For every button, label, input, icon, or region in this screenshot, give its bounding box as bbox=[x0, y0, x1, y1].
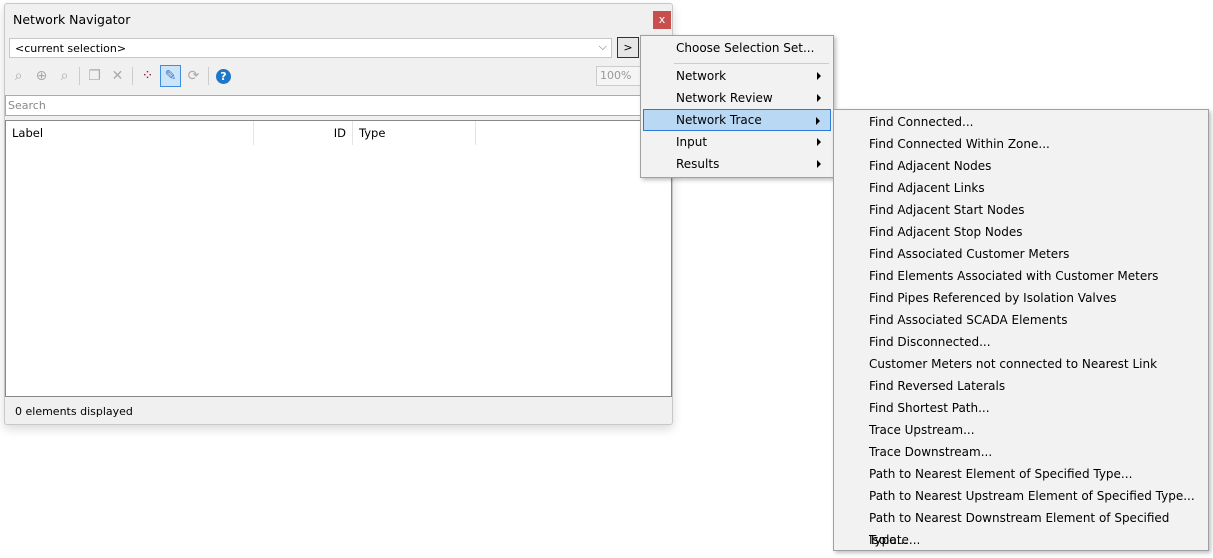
selection-menu-button[interactable]: > bbox=[617, 37, 639, 58]
column-header-label[interactable]: Label bbox=[6, 121, 254, 145]
submenu-item[interactable]: Find Adjacent Links bbox=[834, 177, 1208, 199]
submenu-item[interactable]: Path to Nearest Upstream Element of Spec… bbox=[834, 485, 1208, 507]
submenu-item[interactable]: Find Disconnected... bbox=[834, 331, 1208, 353]
submenu-item[interactable]: Find Associated Customer Meters bbox=[834, 243, 1208, 265]
elements-table: Label ID Type bbox=[5, 120, 672, 397]
menu-divider bbox=[674, 63, 829, 64]
zoom-next-icon[interactable]: ⌕ bbox=[54, 65, 75, 87]
submenu-item[interactable]: Find Pipes Referenced by Isolation Valve… bbox=[834, 287, 1208, 309]
menu-item-network-review[interactable]: Network Review bbox=[643, 87, 831, 109]
submenu-item[interactable]: Find Adjacent Nodes bbox=[834, 155, 1208, 177]
menu-item-network-trace[interactable]: Network Trace bbox=[643, 109, 831, 131]
zoom-level-field[interactable]: 100% bbox=[596, 66, 642, 86]
chevron-down-icon: ⌵ bbox=[598, 40, 607, 53]
column-header-id[interactable]: ID bbox=[254, 121, 353, 145]
submenu-item[interactable]: Trace Upstream... bbox=[834, 419, 1208, 441]
submenu-item[interactable]: Find Adjacent Stop Nodes bbox=[834, 221, 1208, 243]
copy-icon[interactable]: ❐ bbox=[84, 65, 105, 87]
zoom-previous-icon[interactable]: ⌕ bbox=[8, 65, 29, 87]
menu-item-label: Input bbox=[676, 135, 708, 149]
menu-item-label: Results bbox=[676, 157, 720, 171]
selection-set-dropdown[interactable]: <current selection> ⌵ bbox=[9, 38, 612, 58]
submenu-item[interactable]: Find Elements Associated with Customer M… bbox=[834, 265, 1208, 287]
submenu-item[interactable]: Find Associated SCADA Elements bbox=[834, 309, 1208, 331]
network-navigator-panel: Network Navigator x <current selection> ⌵… bbox=[4, 3, 673, 425]
delete-icon[interactable]: ✕ bbox=[107, 65, 128, 87]
submenu-arrow-icon bbox=[817, 138, 821, 146]
submenu-arrow-icon bbox=[817, 94, 821, 102]
menu-item-label: Network Review bbox=[676, 91, 773, 105]
submenu-item[interactable]: Find Adjacent Start Nodes bbox=[834, 199, 1208, 221]
close-button[interactable]: x bbox=[653, 11, 671, 29]
toolbar: ⌕ ⊕ ⌕ ❐ ✕ ⁘ ✎ ⟳ ? bbox=[8, 64, 234, 88]
network-trace-submenu: Find Connected... Find Connected Within Z… bbox=[833, 109, 1209, 551]
submenu-item[interactable]: Find Connected Within Zone... bbox=[834, 133, 1208, 155]
toolbar-divider bbox=[132, 67, 133, 85]
submenu-item[interactable]: Customer Meters not connected to Nearest… bbox=[834, 353, 1208, 375]
menu-item-network[interactable]: Network bbox=[643, 65, 831, 87]
help-icon: ? bbox=[216, 68, 231, 84]
column-header-type[interactable]: Type bbox=[353, 121, 476, 145]
search-input[interactable]: Search bbox=[5, 95, 672, 116]
submenu-item[interactable]: Path to Nearest Downstream Element of Sp… bbox=[834, 507, 1208, 547]
submenu-item[interactable]: Find Connected... bbox=[834, 111, 1208, 133]
submenu-arrow-icon bbox=[817, 160, 821, 168]
menu-item-results[interactable]: Results bbox=[643, 153, 831, 175]
select-in-drawing-icon[interactable]: ⁘ bbox=[137, 65, 158, 87]
toolbar-divider bbox=[208, 67, 209, 85]
submenu-item[interactable]: Trace Downstream... bbox=[834, 441, 1208, 463]
menu-item-label: Network bbox=[676, 69, 727, 83]
highlight-pen-icon[interactable]: ✎ bbox=[160, 65, 181, 87]
refresh-icon[interactable]: ⟳ bbox=[183, 65, 204, 87]
help-button[interactable]: ? bbox=[213, 65, 234, 87]
submenu-item[interactable]: Path to Nearest Element of Specified Typ… bbox=[834, 463, 1208, 485]
selection-value: <current selection> bbox=[15, 42, 127, 55]
toolbar-divider bbox=[79, 67, 80, 85]
panel-title: Network Navigator bbox=[13, 12, 131, 27]
submenu-item[interactable]: Find Reversed Laterals bbox=[834, 375, 1208, 397]
menu-item-input[interactable]: Input bbox=[643, 131, 831, 153]
selection-context-menu: Choose Selection Set... Network Network … bbox=[640, 35, 834, 178]
zoom-in-icon[interactable]: ⊕ bbox=[31, 65, 52, 87]
status-text: 0 elements displayed bbox=[15, 405, 133, 418]
submenu-arrow-icon bbox=[817, 72, 821, 80]
submenu-arrow-icon bbox=[816, 117, 820, 125]
menu-item-label: Network Trace bbox=[676, 113, 762, 127]
submenu-item[interactable]: Find Shortest Path... bbox=[834, 397, 1208, 419]
menu-item-choose-selection-set[interactable]: Choose Selection Set... bbox=[643, 37, 831, 59]
submenu-item[interactable]: Isolate... bbox=[834, 529, 1208, 551]
